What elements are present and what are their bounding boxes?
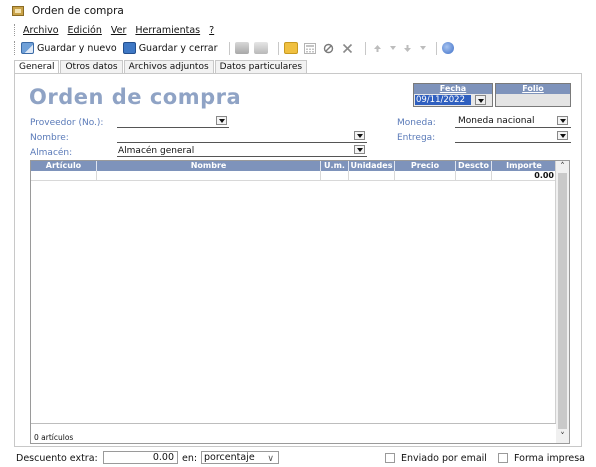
nombre-underline (117, 142, 367, 143)
entrega-dropdown-button[interactable] (557, 131, 568, 140)
arrow-up-icon[interactable] (371, 42, 385, 54)
save-new-button[interactable]: Guardar y nuevo (21, 42, 117, 54)
toolbar-separator (277, 41, 279, 55)
fecha-input[interactable]: 09/11/2022 (415, 95, 471, 105)
title-bar: Orden de compra (0, 0, 596, 22)
cancel-icon[interactable] (322, 42, 336, 54)
general-panel: Orden de compra Fecha 09/11/2022 Folio P… (14, 73, 582, 447)
entrega-underline (455, 142, 571, 143)
folio-box: Folio (495, 83, 571, 107)
almacen-underline (117, 156, 367, 157)
cell-articulo[interactable] (31, 171, 97, 181)
proveedor-underline (117, 127, 229, 128)
page-title: Orden de compra (29, 85, 242, 109)
proveedor-label: Proveedor (No.): (30, 118, 104, 128)
tab-otros-datos[interactable]: Otros datos (60, 60, 123, 73)
nombre-label: Nombre: (30, 133, 69, 143)
save-new-icon (21, 42, 34, 54)
col-nombre[interactable]: Nombre (97, 161, 321, 171)
col-importe[interactable]: Importe (492, 161, 556, 171)
tab-archivos-adjuntos[interactable]: Archivos adjuntos (123, 60, 214, 73)
toolbar-separator (364, 41, 366, 55)
col-unidades[interactable]: Unidades (349, 161, 395, 171)
tipo-descuento-value: porcentaje (204, 452, 255, 463)
window-title: Orden de compra (32, 5, 124, 17)
cell-unidades[interactable] (349, 171, 395, 181)
folio-label: Folio (496, 84, 570, 94)
cell-precio[interactable] (395, 171, 456, 181)
enviado-email-checkbox[interactable] (385, 453, 395, 463)
save-close-button[interactable]: Guardar y cerrar (122, 42, 218, 54)
col-precio[interactable]: Precio (395, 161, 456, 171)
grid-header: Artículo Nombre U.m. Unidades Precio Des… (31, 161, 556, 171)
forma-impresa-label: Forma impresa (514, 453, 586, 464)
enviado-email-label: Enviado por email (401, 453, 487, 464)
moneda-underline (455, 127, 571, 128)
item-count: 0 artículos (34, 433, 74, 442)
entrega-label: Entrega: (397, 133, 436, 143)
menu-edicion[interactable]: Edición (68, 25, 102, 36)
delete-icon[interactable] (341, 42, 355, 54)
menu-help[interactable]: ? (209, 25, 214, 36)
almacen-label: Almacén: (30, 148, 73, 158)
tipo-descuento-select[interactable]: porcentaje ∨ (201, 451, 279, 464)
menu-archivo[interactable]: Archivo (23, 25, 59, 36)
edit-icon[interactable] (283, 42, 298, 54)
nombre-dropdown-button[interactable] (354, 131, 365, 140)
col-articulo[interactable]: Artículo (31, 161, 97, 171)
cell-importe[interactable]: 0.00 (492, 171, 556, 181)
menu-herramientas[interactable]: Herramientas (135, 25, 200, 36)
app-icon (12, 6, 24, 16)
arrow-up-dropdown-icon[interactable] (390, 42, 397, 54)
tab-general[interactable]: General (14, 60, 60, 74)
menu-ver[interactable]: Ver (111, 25, 127, 36)
menu-bar: Archivo Edición Ver Herramientas ? (0, 23, 596, 37)
scroll-up-icon[interactable]: ˄ (556, 161, 569, 173)
print-preview-icon[interactable] (253, 42, 268, 54)
cell-descto[interactable] (456, 171, 492, 181)
table-row[interactable]: 0.00 (31, 171, 556, 181)
grid-scrollbar[interactable]: ˄ ˅ (555, 161, 569, 443)
print-icon[interactable] (234, 42, 249, 54)
almacen-dropdown-button[interactable] (354, 145, 365, 154)
almacen-select[interactable]: Almacén general (118, 146, 194, 156)
save-close-icon (122, 42, 136, 54)
fecha-box: Fecha 09/11/2022 (413, 83, 493, 107)
arrow-down-dropdown-icon[interactable] (420, 42, 427, 54)
moneda-label: Moneda: (397, 118, 436, 128)
save-close-label: Guardar y cerrar (138, 42, 218, 54)
toolbar: Guardar y nuevo Guardar y cerrar (0, 39, 596, 57)
calculator-icon[interactable] (303, 42, 317, 54)
tab-strip: General Otros datos Archivos adjuntos Da… (14, 60, 308, 74)
en-label: en: (182, 453, 198, 464)
forma-impresa-checkbox[interactable] (498, 453, 508, 463)
grid-footer: 0 artículos (31, 423, 556, 443)
chevron-down-icon: ∨ (267, 454, 274, 464)
scroll-down-icon[interactable]: ˅ (556, 431, 569, 443)
toolbar-separator (435, 41, 437, 55)
scroll-thumb[interactable] (558, 173, 567, 429)
bottom-bar: Descuento extra: 0.00 en: porcentaje ∨ E… (0, 449, 596, 467)
help-icon[interactable] (441, 42, 454, 54)
fecha-label: Fecha (414, 84, 492, 94)
tab-datos-particulares[interactable]: Datos particulares (214, 60, 308, 73)
toolbar-grip (14, 41, 17, 55)
cell-nombre[interactable] (97, 171, 321, 181)
col-um[interactable]: U.m. (321, 161, 349, 171)
col-descto[interactable]: Descto (456, 161, 492, 171)
arrow-down-icon[interactable] (401, 42, 415, 54)
save-new-label: Guardar y nuevo (37, 42, 117, 54)
cell-um[interactable] (321, 171, 349, 181)
proveedor-dropdown-button[interactable] (216, 116, 227, 125)
descuento-input[interactable]: 0.00 (103, 451, 178, 464)
moneda-dropdown-button[interactable] (557, 116, 568, 125)
menu-grip (14, 24, 17, 36)
items-grid[interactable]: Artículo Nombre U.m. Unidades Precio Des… (30, 160, 570, 444)
descuento-label: Descuento extra: (16, 453, 98, 464)
fecha-dropdown-button[interactable] (475, 95, 486, 105)
toolbar-separator (228, 41, 230, 55)
moneda-select[interactable]: Moneda nacional (458, 116, 535, 126)
